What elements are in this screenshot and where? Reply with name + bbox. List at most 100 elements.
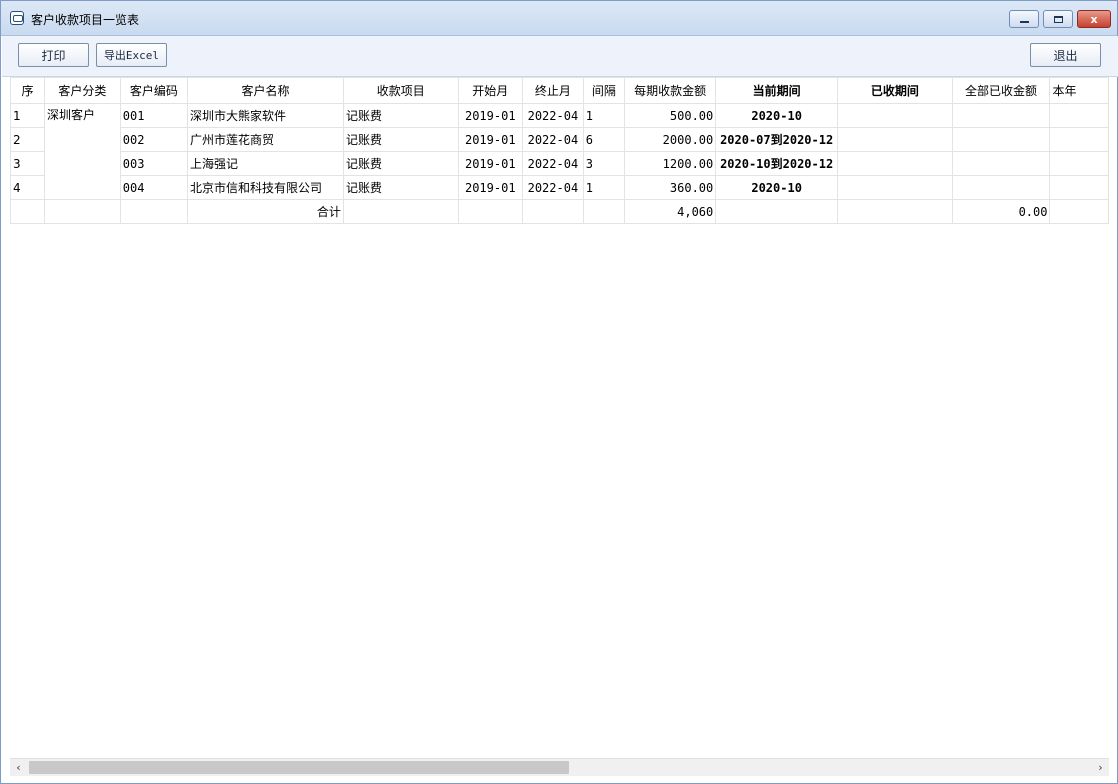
cell-name[interactable]: 上海强记 (186, 151, 344, 176)
scroll-right-button[interactable]: › (1092, 759, 1109, 776)
cell-code[interactable]: 001 (119, 103, 188, 128)
cell-code[interactable]: 003 (119, 151, 188, 176)
cell-item[interactable]: 记账费 (342, 103, 459, 128)
chevron-right-icon: › (1098, 761, 1103, 774)
cell-empty (522, 199, 584, 224)
close-button[interactable]: x (1077, 10, 1111, 28)
close-icon: x (1090, 12, 1098, 26)
cell-empty (1049, 199, 1109, 224)
scrollbar-thumb[interactable] (29, 761, 569, 774)
cell-amount[interactable]: 500.00 (624, 103, 717, 128)
total-received-sum: 0.00 (951, 199, 1051, 224)
cell-amount[interactable]: 360.00 (624, 175, 717, 200)
cell-start[interactable]: 2019-01 (457, 175, 524, 200)
cell-current-period[interactable]: 2020-07到2020-12 (715, 127, 839, 152)
total-row[interactable]: 合计 4,060 0.00 (10, 199, 1109, 224)
table-row[interactable]: 2 002 广州市莲花商贸 记账费 2019-01 2022-04 6 2000… (10, 127, 1109, 152)
minimize-icon (1019, 21, 1029, 23)
cell-empty (582, 199, 626, 224)
table-row[interactable]: 4 004 北京市信和科技有限公司 记账费 2019-01 2022-04 1 … (10, 175, 1109, 200)
cell-amount[interactable]: 2000.00 (624, 127, 717, 152)
cell-empty (342, 199, 459, 224)
cell-item[interactable]: 记账费 (342, 175, 459, 200)
cell-end[interactable]: 2022-04 (522, 151, 584, 176)
cell-seq[interactable]: 1 (10, 103, 46, 128)
cell-total-received[interactable] (951, 175, 1051, 200)
col-header-name[interactable]: 客户名称 (186, 77, 344, 104)
app-icon (10, 11, 24, 25)
header-row: 序 客户分类 客户编码 客户名称 收款项目 开始月 终止月 间隔 每期收款金额 … (10, 77, 1109, 104)
cell-this-year[interactable] (1049, 103, 1109, 128)
cell-interval[interactable]: 1 (582, 103, 626, 128)
cell-name[interactable]: 广州市莲花商贸 (186, 127, 344, 152)
cell-current-period[interactable]: 2020-10 (715, 103, 839, 128)
cell-end[interactable]: 2022-04 (522, 103, 584, 128)
cell-item[interactable]: 记账费 (342, 151, 459, 176)
data-grid[interactable]: 序 客户分类 客户编码 客户名称 收款项目 开始月 终止月 间隔 每期收款金额 … (10, 77, 1109, 757)
cell-name[interactable]: 深圳市大熊家软件 (186, 103, 344, 128)
cell-this-year[interactable] (1049, 127, 1109, 152)
col-header-category[interactable]: 客户分类 (44, 77, 121, 104)
cell-category[interactable]: 深圳客户 (44, 103, 121, 200)
col-header-received-period[interactable]: 已收期间 (837, 77, 953, 104)
cell-code[interactable]: 004 (119, 175, 188, 200)
cell-interval[interactable]: 1 (582, 175, 626, 200)
cell-total-received[interactable] (951, 151, 1051, 176)
minimize-button[interactable] (1009, 10, 1039, 28)
cell-this-year[interactable] (1049, 151, 1109, 176)
cell-this-year[interactable] (1049, 175, 1109, 200)
cell-amount[interactable]: 1200.00 (624, 151, 717, 176)
col-header-end[interactable]: 终止月 (522, 77, 584, 104)
col-header-this-year[interactable]: 本年 (1049, 77, 1109, 104)
cell-received-period[interactable] (837, 175, 953, 200)
col-header-total-received[interactable]: 全部已收金额 (951, 77, 1051, 104)
cell-empty (119, 199, 188, 224)
col-header-start[interactable]: 开始月 (457, 77, 524, 104)
cell-empty (715, 199, 839, 224)
col-header-seq[interactable]: 序 (10, 77, 46, 104)
cell-empty (44, 199, 121, 224)
col-header-amount[interactable]: 每期收款金额 (624, 77, 717, 104)
receivables-table: 序 客户分类 客户编码 客户名称 收款项目 开始月 终止月 间隔 每期收款金额 … (10, 77, 1109, 224)
col-header-item[interactable]: 收款项目 (342, 77, 459, 104)
cell-empty (837, 199, 953, 224)
toolbar: 打印 导出Excel 退出 (2, 36, 1118, 77)
cell-code[interactable]: 002 (119, 127, 188, 152)
cell-empty (457, 199, 524, 224)
col-header-current-period[interactable]: 当前期间 (715, 77, 839, 104)
title-bar: 客户收款项目一览表 x (1, 1, 1117, 36)
cell-name[interactable]: 北京市信和科技有限公司 (186, 175, 344, 200)
cell-start[interactable]: 2019-01 (457, 103, 524, 128)
col-header-interval[interactable]: 间隔 (582, 77, 626, 104)
cell-total-received[interactable] (951, 127, 1051, 152)
cell-current-period[interactable]: 2020-10到2020-12 (715, 151, 839, 176)
cell-start[interactable]: 2019-01 (457, 151, 524, 176)
window-title: 客户收款项目一览表 (31, 13, 140, 27)
table-row[interactable]: 3 003 上海强记 记账费 2019-01 2022-04 3 1200.00… (10, 151, 1109, 176)
main-window: 客户收款项目一览表 x 打印 导出Excel 退出 序 客户分类 客户编码 客户… (0, 0, 1118, 784)
cell-interval[interactable]: 3 (582, 151, 626, 176)
col-header-code[interactable]: 客户编码 (119, 77, 188, 104)
print-button[interactable]: 打印 (18, 43, 89, 67)
cell-seq[interactable]: 3 (10, 151, 46, 176)
cell-received-period[interactable] (837, 127, 953, 152)
export-excel-button[interactable]: 导出Excel (96, 43, 167, 67)
cell-item[interactable]: 记账费 (342, 127, 459, 152)
exit-button[interactable]: 退出 (1030, 43, 1101, 67)
scroll-left-button[interactable]: ‹ (10, 759, 27, 776)
total-amount: 4,060 (624, 199, 717, 224)
cell-interval[interactable]: 6 (582, 127, 626, 152)
cell-received-period[interactable] (837, 103, 953, 128)
table-row[interactable]: 1 深圳客户 001 深圳市大熊家软件 记账费 2019-01 2022-04 … (10, 103, 1109, 200)
cell-end[interactable]: 2022-04 (522, 175, 584, 200)
cell-seq[interactable]: 2 (10, 127, 46, 152)
cell-seq[interactable]: 4 (10, 175, 46, 200)
cell-current-period[interactable]: 2020-10 (715, 175, 839, 200)
cell-received-period[interactable] (837, 151, 953, 176)
cell-total-received[interactable] (951, 103, 1051, 128)
maximize-button[interactable] (1043, 10, 1073, 28)
horizontal-scrollbar[interactable]: ‹ › (10, 758, 1109, 776)
cell-end[interactable]: 2022-04 (522, 127, 584, 152)
restore-icon (1053, 15, 1063, 23)
cell-start[interactable]: 2019-01 (457, 127, 524, 152)
